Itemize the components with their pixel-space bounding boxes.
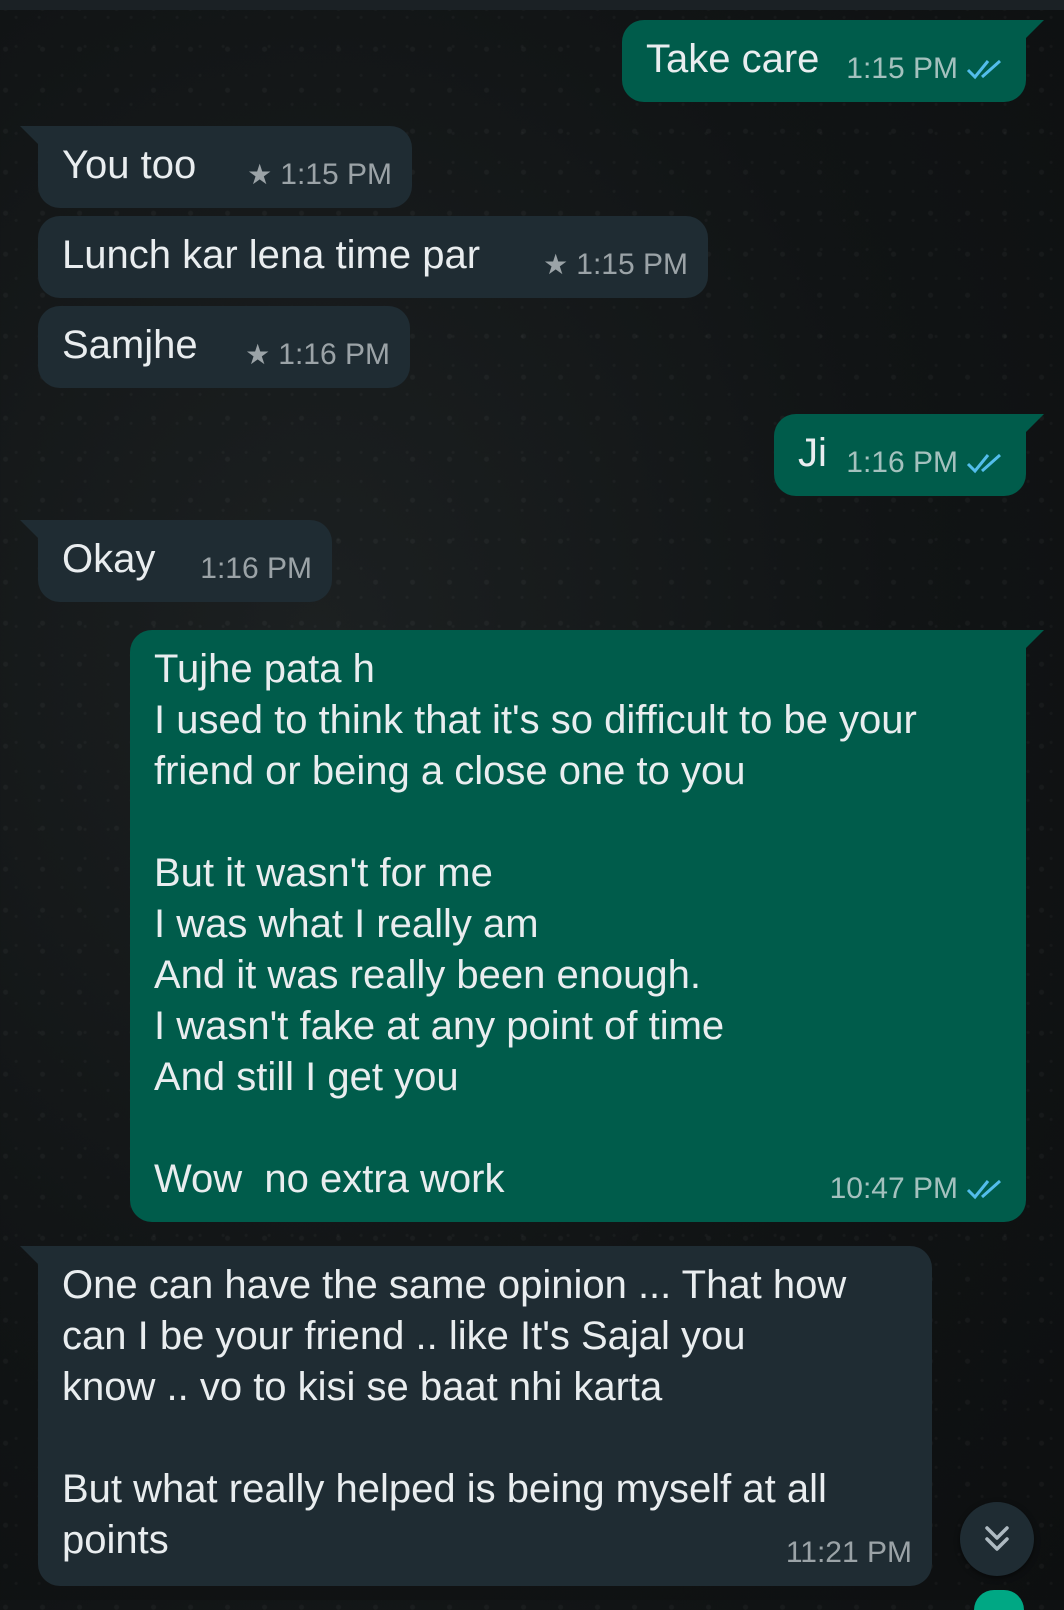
message-meta: ★ 1:16 PM	[245, 329, 390, 380]
message-time: 1:16 PM	[846, 446, 958, 479]
message-text: Take care	[646, 37, 820, 81]
message-time: 1:16 PM	[278, 338, 390, 371]
star-icon: ★	[247, 159, 273, 190]
message-text: Ji	[798, 431, 827, 475]
scroll-to-bottom-button[interactable]	[960, 1502, 1034, 1576]
message-meta: ★ 1:15 PM	[543, 239, 688, 290]
message-text: Lunch kar lena time par	[62, 233, 481, 277]
message-meta: 1:16 PM	[846, 437, 1006, 488]
message-time: 11:21 PM	[785, 1536, 912, 1569]
message-meta: 11:21 PM	[786, 1527, 912, 1578]
message-incoming[interactable]: Okay 1:16 PM	[20, 520, 332, 602]
message-outgoing[interactable]: Take care 1:15 PM	[622, 20, 1044, 102]
message-outgoing[interactable]: Tujhe pata h I used to think that it's s…	[130, 630, 1044, 1222]
star-icon: ★	[245, 339, 271, 370]
message-text: Okay	[62, 537, 156, 581]
message-text: Samjhe	[62, 323, 198, 367]
chevron-double-down-icon	[985, 1526, 1009, 1551]
message-time: 10:47 PM	[829, 1172, 958, 1205]
double-check-icon	[966, 1179, 1001, 1199]
message-text: You too	[62, 143, 197, 187]
double-check-icon	[966, 59, 1001, 79]
message-meta: 10:47 PM	[830, 1163, 1006, 1214]
double-check-icon	[966, 453, 1001, 473]
message-incoming[interactable]: Lunch kar lena time par ★ 1:15 PM	[38, 216, 708, 298]
message-incoming[interactable]: Samjhe ★ 1:16 PM	[38, 306, 410, 388]
message-meta: 1:16 PM	[200, 543, 312, 594]
message-time: 1:16 PM	[200, 552, 312, 585]
chat-messages-area[interactable]: Take care 1:15 PM You too ★ 1:15 PM Lunc…	[0, 0, 1064, 1600]
message-incoming[interactable]: One can have the same opinion ... That h…	[20, 1246, 932, 1586]
message-time: 1:15 PM	[576, 248, 688, 281]
message-meta: ★ 1:15 PM	[247, 149, 392, 200]
message-outgoing[interactable]: Ji 1:16 PM	[774, 414, 1044, 496]
message-text: Tujhe pata h I used to think that it's s…	[154, 647, 917, 1201]
star-icon: ★	[543, 249, 569, 280]
message-time: 1:15 PM	[280, 158, 392, 191]
message-time: 1:15 PM	[846, 52, 958, 85]
message-meta: 1:15 PM	[846, 43, 1006, 94]
message-text: One can have the same opinion ... That h…	[62, 1263, 847, 1562]
message-incoming[interactable]: You too ★ 1:15 PM	[20, 126, 412, 208]
